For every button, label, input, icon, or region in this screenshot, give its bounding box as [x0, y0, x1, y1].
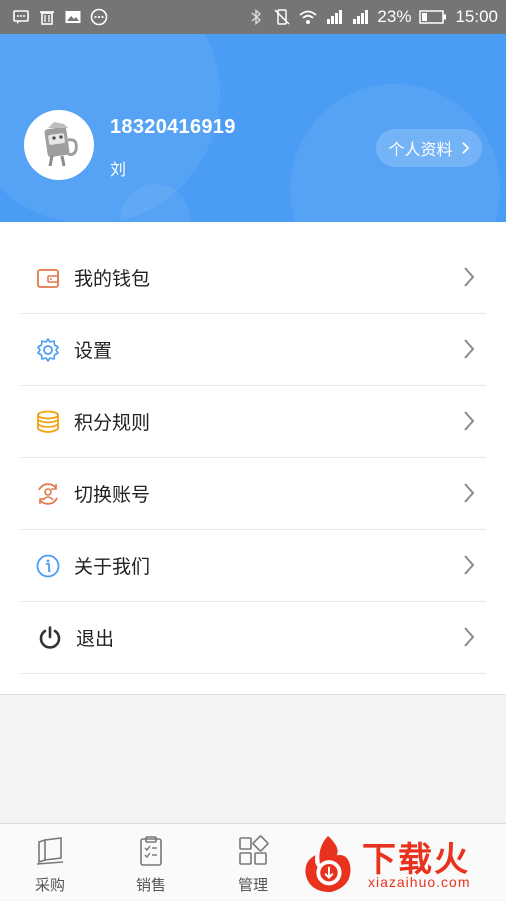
power-icon: [36, 624, 64, 652]
menu-item-label: 积分规则: [74, 412, 151, 434]
chevron-right-icon: [464, 267, 475, 287]
trash-icon: [38, 8, 56, 26]
tab-label: 管理: [237, 876, 268, 894]
menu-list: 我的钱包 设置 积分规则 切换账号 关于我们 退出: [0, 222, 506, 695]
menu-item-label: 关于我们: [74, 556, 151, 578]
menu-item-label: 切换账号: [74, 484, 151, 506]
profile-button[interactable]: 个人资料: [376, 129, 482, 167]
menu-item-label: 退出: [76, 628, 115, 650]
user-phone: 18320416919: [110, 116, 236, 138]
battery-percent: 23%: [377, 7, 412, 26]
tab-label: 销售: [135, 876, 166, 894]
gear-icon: [34, 336, 62, 364]
menu-item-wallet[interactable]: 我的钱包: [20, 242, 486, 314]
switch-account-icon: [34, 480, 62, 508]
battery-icon: [419, 8, 447, 26]
chevron-right-icon: [464, 555, 475, 575]
watermark-logo: 下载火 xiazaihuo.com: [296, 830, 504, 898]
chevron-right-icon: [461, 142, 469, 154]
more-dots-icon: [90, 8, 108, 26]
coins-icon: [34, 408, 62, 436]
status-bar-left: [12, 8, 108, 26]
menu-item-logout[interactable]: 退出: [20, 602, 486, 674]
user-nickname: 刘: [110, 160, 127, 179]
chevron-right-icon: [464, 627, 475, 647]
menu-item-settings[interactable]: 设置: [20, 314, 486, 386]
tab-manage[interactable]: 管理: [203, 824, 303, 901]
tab-label: 采购: [34, 876, 65, 894]
avatar-mascot-icon: [44, 122, 78, 167]
purchase-icon: [36, 837, 64, 865]
wifi-icon: [299, 8, 318, 26]
clock: 15:00: [455, 7, 498, 26]
status-bar-right: 23% 15:00: [247, 7, 498, 27]
manage-grid-icon: [239, 835, 269, 865]
menu-item-label: 我的钱包: [74, 268, 151, 290]
tab-purchase[interactable]: 采购: [0, 824, 100, 901]
tab-sales[interactable]: 销售: [101, 824, 201, 901]
message-icon: [12, 8, 30, 26]
info-icon: [34, 552, 62, 580]
avatar[interactable]: [24, 110, 94, 180]
menu-item-label: 设置: [74, 340, 113, 362]
watermark-url: xiazaihuo.com: [368, 874, 471, 890]
bluetooth-icon: [247, 8, 265, 26]
signal-icon: [351, 8, 369, 26]
menu-item-points-rules[interactable]: 积分规则: [20, 386, 486, 458]
signal-icon: [325, 8, 343, 26]
bottom-nav: 采购 销售 管理 下载火 xiazaihuo.com: [0, 823, 506, 900]
flame-logo-icon: [305, 835, 351, 893]
image-icon: [64, 8, 82, 26]
vibrate-icon: [273, 8, 291, 26]
sales-clipboard-icon: [140, 836, 162, 866]
wallet-icon: [34, 264, 62, 292]
menu-item-about-us[interactable]: 关于我们: [20, 530, 486, 602]
profile-header: 18320416919 刘 个人资料: [0, 34, 506, 222]
chevron-right-icon: [464, 411, 475, 431]
menu-item-switch-account[interactable]: 切换账号: [20, 458, 486, 530]
profile-button-label: 个人资料: [388, 140, 453, 159]
chevron-right-icon: [464, 339, 475, 359]
chevron-right-icon: [464, 483, 475, 503]
status-bar: 23% 15:00: [0, 0, 506, 34]
